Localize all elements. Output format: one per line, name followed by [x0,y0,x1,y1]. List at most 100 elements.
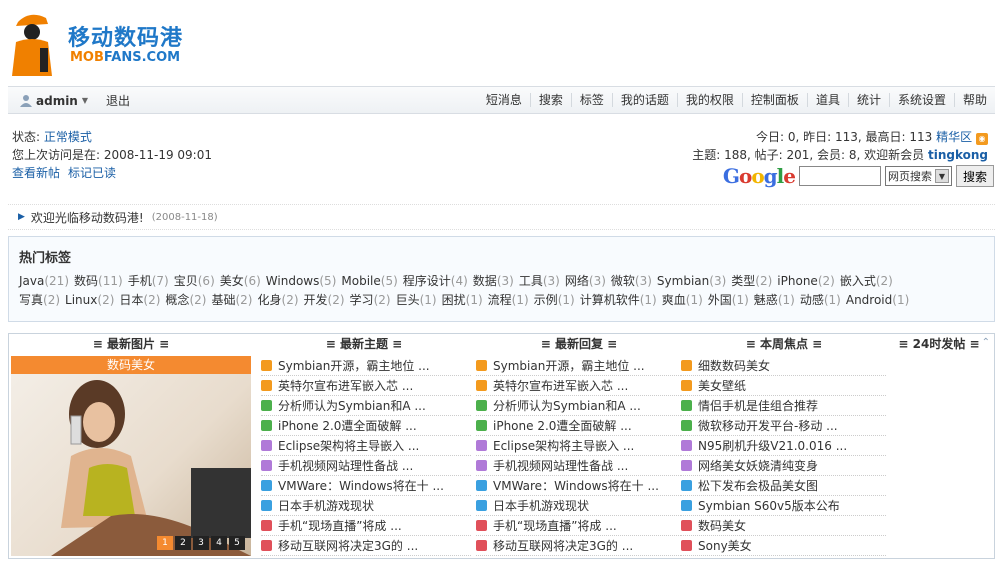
nav-item[interactable]: 短消息 [478,93,530,107]
topic-link[interactable]: Eclipse架构将主导嵌入 ... [493,437,634,454]
tag-name[interactable]: 手机 [128,274,152,288]
list-item[interactable]: Symbian开源，霸主地位 ... [476,356,681,376]
tag-link[interactable]: 网络(3) [565,274,606,288]
tag-link[interactable]: 爽血(1) [662,293,703,307]
google-search-button[interactable]: 搜索 [955,165,994,187]
list-item[interactable]: Symbian开源，霸主地位 ... [261,356,471,376]
topic-link[interactable]: 手机视频网站理性备战 ... [493,457,628,474]
tag-link[interactable]: Symbian(3) [657,274,726,288]
tag-link[interactable]: 写真(2) [19,293,60,307]
list-item[interactable]: 手机视频网站理性备战 ... [261,456,471,476]
logout-link[interactable]: 退出 [106,92,130,109]
topic-link[interactable]: 英特尔宣布进军嵌入芯 ... [493,377,628,394]
list-item[interactable]: 分析师认为Symbian和A ... [476,396,681,416]
site-logo[interactable]: 移动数码港 MOBFANS.COM [10,6,200,78]
topic-link[interactable]: iPhone 2.0遭全面破解 ... [493,417,632,434]
announcement-link[interactable]: 欢迎光临移动数码港! [31,209,144,226]
topic-link[interactable]: 分析师认为Symbian和A ... [493,397,641,414]
mark-read-link[interactable]: 标记已读 [68,166,116,180]
tag-name[interactable]: 嵌入式 [840,274,876,288]
tag-name[interactable]: 工具 [519,274,543,288]
nav-item[interactable]: 系统设置 [888,93,954,107]
tag-name[interactable]: 动感 [800,293,824,307]
tag-name[interactable]: Symbian [657,274,709,288]
list-item[interactable]: 细数数码美女 [681,356,886,376]
pager-button[interactable]: 4 [211,536,227,550]
tag-link[interactable]: 困扰(1) [442,293,483,307]
topic-link[interactable]: 日本手机游戏现状 [493,497,589,514]
tag-link[interactable]: 工具(3) [519,274,560,288]
topic-link[interactable]: 手机“现场直播”将成 ... [278,517,402,534]
topic-link[interactable]: 美女壁纸 [698,377,746,394]
topic-link[interactable]: 手机“现场直播”将成 ... [493,517,617,534]
list-item[interactable]: 美女壁纸 [681,376,886,396]
nav-item[interactable]: 我的权限 [676,93,742,107]
topic-link[interactable]: 微软移动开发平台-移动 ... [698,417,838,434]
tag-link[interactable]: 魅惑(1) [754,293,795,307]
tag-name[interactable]: 流程 [488,293,512,307]
topic-link[interactable]: N95刷机升级V21.0.016 ... [698,437,847,454]
pager-button[interactable]: 5 [229,536,245,550]
tag-link[interactable]: 手机(7) [128,274,169,288]
list-item[interactable]: 移动互联网将决定3G的 ... [261,536,471,556]
tag-link[interactable]: Windows(5) [266,274,337,288]
topic-link[interactable]: Symbian开源，霸主地位 ... [493,357,645,374]
pager-button[interactable]: 3 [193,536,209,550]
nav-item[interactable]: 帮助 [953,93,995,107]
tag-link[interactable]: 数据(3) [473,274,514,288]
tag-link[interactable]: Linux(2) [65,293,114,307]
list-item[interactable]: 手机“现场直播”将成 ... [261,516,471,536]
pager-button[interactable]: 2 [175,536,191,550]
tag-link[interactable]: 流程(1) [488,293,529,307]
nav-item[interactable]: 道具 [806,93,848,107]
tag-name[interactable]: 巨头 [396,293,420,307]
tag-name[interactable]: 困扰 [442,293,466,307]
tag-link[interactable]: 示例(1) [534,293,575,307]
topic-link[interactable]: VMWare：Windows将在十 ... [493,477,659,494]
tag-name[interactable]: 日本 [119,293,143,307]
user-menu[interactable]: admin ▼ 退出 [20,92,130,109]
tag-link[interactable]: 程序设计(4) [403,274,468,288]
list-item[interactable]: 手机视频网站理性备战 ... [476,456,681,476]
list-item[interactable]: 数码美女 [681,516,886,536]
nav-item[interactable]: 统计 [847,93,889,107]
view-new-posts-link[interactable]: 查看新帖 [12,166,60,180]
tag-link[interactable]: 日本(2) [119,293,160,307]
list-item[interactable]: 移动互联网将决定3G的 ... [476,536,681,556]
tag-link[interactable]: Java(21) [19,274,69,288]
topic-link[interactable]: iPhone 2.0遭全面破解 ... [278,417,417,434]
topic-link[interactable]: 手机视频网站理性备战 ... [278,457,413,474]
tag-name[interactable]: 化身 [257,293,281,307]
tag-link[interactable]: 巨头(1) [396,293,437,307]
list-item[interactable]: 日本手机游戏现状 [261,496,471,516]
tag-name[interactable]: 程序设计 [403,274,451,288]
tag-link[interactable]: 外国(1) [708,293,749,307]
tag-name[interactable]: 基础 [211,293,235,307]
tag-name[interactable]: 宝贝 [174,274,198,288]
tag-link[interactable]: 开发(2) [304,293,345,307]
tag-link[interactable]: 美女(6) [220,274,261,288]
tag-link[interactable]: 数码(11) [74,274,123,288]
tag-name[interactable]: 示例 [534,293,558,307]
tag-name[interactable]: 计算机软件 [580,293,640,307]
list-item[interactable]: 微软移动开发平台-移动 ... [681,416,886,436]
tag-link[interactable]: 类型(2) [731,274,772,288]
tag-name[interactable]: 学习 [350,293,374,307]
tag-link[interactable]: Mobile(5) [341,274,397,288]
list-item[interactable]: VMWare：Windows将在十 ... [261,476,471,496]
topic-link[interactable]: Symbian开源，霸主地位 ... [278,357,430,374]
nav-item[interactable]: 我的话题 [611,93,677,107]
status-mode-link[interactable]: 正常模式 [44,130,92,144]
list-item[interactable]: iPhone 2.0遭全面破解 ... [261,416,471,436]
tag-name[interactable]: 写真 [19,293,43,307]
topic-link[interactable]: VMWare：Windows将在十 ... [278,477,444,494]
tag-name[interactable]: Linux [65,293,97,307]
search-type-select[interactable]: 网页搜索 ▼ [884,166,952,186]
tag-name[interactable]: Android [846,293,892,307]
tag-name[interactable]: 开发 [304,293,328,307]
tag-name[interactable]: 魅惑 [754,293,778,307]
tag-link[interactable]: Android(1) [846,293,909,307]
tag-name[interactable]: Java [19,274,44,288]
tag-link[interactable]: 化身(2) [257,293,298,307]
tag-name[interactable]: 概念 [165,293,189,307]
